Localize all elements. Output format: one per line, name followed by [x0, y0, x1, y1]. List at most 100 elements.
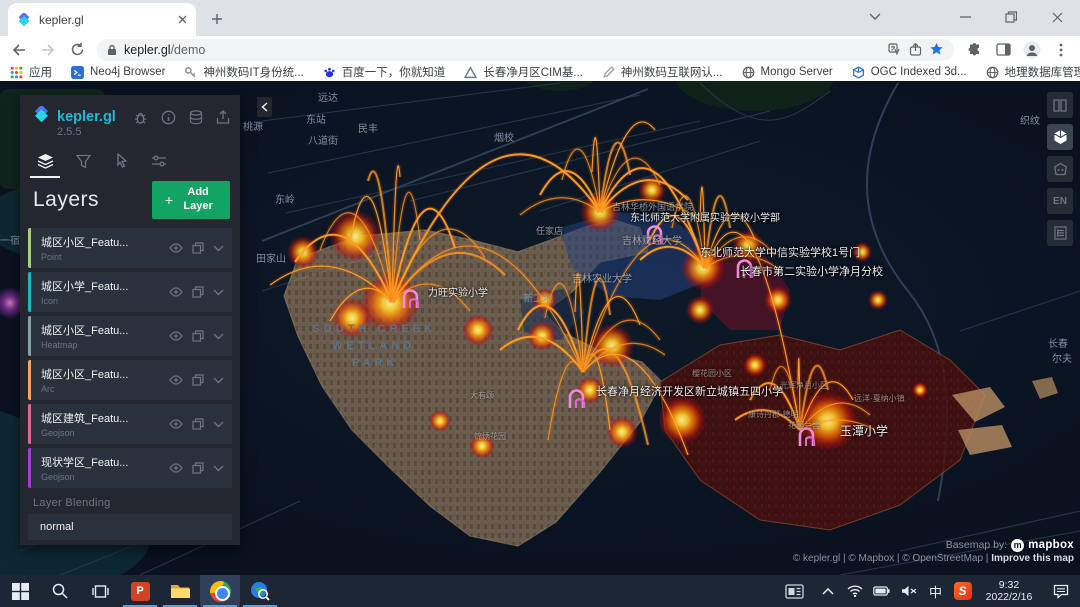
layer-blending-label: Layer Blending — [33, 497, 111, 509]
forward-icon[interactable] — [35, 38, 61, 62]
tray-chevron-up-icon[interactable] — [814, 575, 841, 607]
bookmark-favicon — [742, 66, 755, 79]
duplicate-icon[interactable] — [192, 418, 204, 430]
layer-item[interactable]: 城区小学_Featu... Icon — [28, 272, 232, 312]
layer-item[interactable]: 城区小区_Featu... Arc — [28, 360, 232, 400]
bookmark-item[interactable]: 百度一下，你就知道 — [323, 64, 446, 80]
bookmark-item[interactable]: OGC Indexed 3d... — [852, 66, 967, 79]
browser-tab[interactable]: kepler.gl — [8, 3, 196, 36]
taskbar-file-explorer[interactable] — [160, 575, 200, 607]
bookmark-label: 地理数据库管理—... — [1005, 64, 1080, 80]
bookmark-label: Mongo Server — [761, 66, 833, 78]
kepler-favicon — [17, 13, 31, 27]
close-window-button[interactable] — [1034, 0, 1080, 34]
ime-indicator[interactable]: 中 — [922, 575, 949, 607]
layer-item[interactable]: 现状学区_Featu... Geojson — [28, 448, 232, 488]
battery-icon[interactable] — [868, 575, 895, 607]
taskbar-gis-app[interactable] — [240, 575, 280, 607]
duplicate-icon[interactable] — [192, 462, 204, 474]
back-icon[interactable] — [6, 38, 32, 62]
chevron-down-icon[interactable] — [213, 286, 224, 298]
duplicate-icon[interactable] — [192, 330, 204, 342]
menu-kebab-icon[interactable] — [1048, 38, 1074, 62]
tab-close-icon[interactable] — [178, 15, 187, 24]
tab-basemap[interactable] — [140, 147, 178, 175]
tab-search-icon[interactable] — [852, 0, 898, 34]
bookmark-favicon — [602, 66, 615, 79]
chevron-down-icon[interactable] — [213, 330, 224, 342]
duplicate-icon[interactable] — [192, 242, 204, 254]
wifi-icon[interactable] — [841, 575, 868, 607]
restore-button[interactable] — [988, 0, 1034, 34]
layer-item[interactable]: 城区建筑_Featu... Geojson — [28, 404, 232, 444]
clock-time: 9:32 — [999, 579, 1019, 591]
collapse-panel-button[interactable] — [257, 97, 272, 117]
export-icon[interactable] — [216, 110, 230, 125]
bookmark-item[interactable]: 神州数码IT身份统... — [184, 64, 303, 80]
chevron-down-icon[interactable] — [213, 242, 224, 254]
start-button[interactable] — [0, 575, 40, 607]
bookmark-item[interactable]: Neo4j Browser — [71, 66, 165, 79]
improve-map-link[interactable]: Improve this map — [991, 553, 1074, 564]
duplicate-icon[interactable] — [192, 286, 204, 298]
chevron-down-icon[interactable] — [213, 374, 224, 386]
bookmark-star-icon[interactable] — [929, 42, 944, 57]
action-center-icon[interactable] — [1042, 575, 1080, 607]
bookmark-item[interactable]: Mongo Server — [742, 66, 833, 79]
minimize-button[interactable] — [942, 0, 988, 34]
taskbar-tray: 中 S 9:32 2022/2/16 — [774, 575, 1080, 607]
bookmark-favicon — [71, 66, 84, 79]
taskbar-powerpoint[interactable]: P — [120, 575, 160, 607]
chevron-down-icon[interactable] — [213, 418, 224, 430]
bookmark-item[interactable]: 长春净月区CIM基... — [464, 64, 583, 80]
tab-filters[interactable] — [64, 147, 102, 175]
reload-icon[interactable] — [64, 38, 90, 62]
info-icon[interactable] — [161, 110, 176, 125]
tab-interactions[interactable] — [102, 147, 140, 175]
extensions-icon[interactable] — [961, 38, 987, 62]
translate-icon[interactable] — [888, 43, 902, 57]
bookmark-item[interactable]: 地理数据库管理—... — [986, 64, 1080, 80]
taskbar-chrome[interactable] — [200, 575, 240, 607]
split-map-icon[interactable] — [1047, 92, 1073, 118]
database-icon[interactable] — [189, 110, 203, 125]
visibility-eye-icon[interactable] — [169, 242, 183, 254]
add-layer-button[interactable]: + Add Layer — [152, 181, 230, 219]
visibility-eye-icon[interactable] — [169, 462, 183, 474]
visibility-eye-icon[interactable] — [169, 374, 183, 386]
bug-report-icon[interactable] — [133, 110, 148, 125]
new-tab-button[interactable] — [204, 6, 230, 32]
taskbar-clock[interactable]: 9:32 2022/2/16 — [976, 575, 1042, 607]
duplicate-icon[interactable] — [192, 374, 204, 386]
side-panel-icon[interactable] — [990, 38, 1016, 62]
task-view-icon[interactable] — [80, 575, 120, 607]
address-bar[interactable]: kepler.gl/demo — [97, 39, 954, 61]
profile-avatar[interactable] — [1019, 38, 1045, 62]
bookmark-item[interactable]: 神州数码互联网认... — [602, 64, 723, 80]
map-viewport[interactable]: 远达东站民丰八道街烟校桃源织纹东岭一宿舍田家山新工地长春尔夫SOUTH CREE… — [0, 81, 1080, 575]
taskbar-search-icon[interactable] — [40, 575, 80, 607]
share-icon[interactable] — [909, 43, 922, 56]
legend-icon[interactable] — [1047, 220, 1073, 246]
volume-muted-icon[interactable] — [895, 575, 922, 607]
visibility-eye-icon[interactable] — [169, 330, 183, 342]
visibility-eye-icon[interactable] — [169, 418, 183, 430]
toggle-3d-icon[interactable] — [1047, 124, 1073, 150]
screen: kepler.gl — [0, 0, 1080, 607]
sogou-tray-icon[interactable]: S — [949, 575, 976, 607]
url-text: kepler.gl/demo — [124, 43, 205, 57]
bookmark-favicon — [10, 66, 23, 79]
layer-color-bar — [28, 228, 31, 268]
attribution-links[interactable]: © kepler.gl | © Mapbox | © OpenStreetMap… — [793, 553, 989, 564]
visibility-eye-icon[interactable] — [169, 286, 183, 298]
locale-button[interactable]: EN — [1047, 188, 1073, 214]
layer-item[interactable]: 城区小区_Featu... Heatmap — [28, 316, 232, 356]
layer-item[interactable]: 城区小区_Featu... Point — [28, 228, 232, 268]
layer-blending-select[interactable]: normal — [28, 514, 232, 540]
news-widget-icon[interactable] — [774, 575, 814, 607]
tab-layers[interactable] — [26, 147, 64, 175]
kepler-version: 2.5.5 — [57, 126, 81, 138]
bookmark-item[interactable]: 应用 — [10, 64, 52, 80]
draw-polygon-icon[interactable] — [1047, 156, 1073, 182]
chevron-down-icon[interactable] — [213, 462, 224, 474]
